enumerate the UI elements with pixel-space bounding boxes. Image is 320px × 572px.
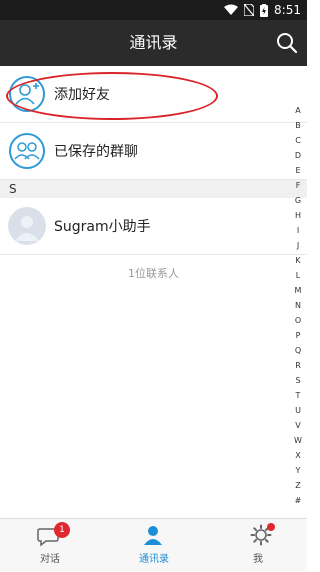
avatar <box>8 207 46 245</box>
index-letter[interactable]: E <box>295 163 300 178</box>
index-letter[interactable]: C <box>295 133 301 148</box>
wifi-icon <box>224 4 239 15</box>
index-letter[interactable]: Y <box>296 463 301 478</box>
index-letter[interactable]: K <box>295 253 300 268</box>
index-letter[interactable]: H <box>295 208 301 223</box>
tab-contacts[interactable]: 通讯录 <box>104 519 204 572</box>
contact-count: 1位联系人 <box>128 267 179 280</box>
alphabet-index[interactable]: A B C D E F G H I J K L M N O P Q R S T U V W X Y Z # <box>292 103 304 508</box>
index-letter[interactable]: W <box>294 433 302 448</box>
tab-me-label: 我 <box>253 554 263 565</box>
index-letter[interactable]: N <box>295 298 301 313</box>
group-chat-icon <box>9 133 45 169</box>
index-letter[interactable]: B <box>295 118 301 133</box>
index-letter[interactable]: # <box>295 493 302 508</box>
index-letter[interactable]: R <box>295 358 301 373</box>
index-letter[interactable]: A <box>295 103 300 118</box>
tab-me[interactable]: 我 <box>208 519 308 572</box>
contact-list: 添加好友 已保存的群聊 S Sugram小助手 1位联系人 <box>0 66 307 281</box>
contacts-icon <box>144 526 162 545</box>
tab-chat-label: 对话 <box>40 554 60 565</box>
index-letter[interactable]: Z <box>295 478 300 493</box>
search-icon[interactable] <box>275 31 299 55</box>
battery-charging-icon <box>260 3 269 17</box>
index-letter[interactable]: F <box>296 178 301 193</box>
unread-badge: 1 <box>54 522 70 538</box>
index-letter[interactable]: P <box>296 328 301 343</box>
index-letter[interactable]: J <box>297 238 299 253</box>
add-friend-icon <box>9 76 45 112</box>
index-letter[interactable]: O <box>295 313 301 328</box>
index-letter[interactable]: T <box>296 388 301 403</box>
no-sim-icon <box>244 4 255 16</box>
index-letter[interactable]: S <box>295 373 300 388</box>
notification-dot <box>267 523 275 531</box>
app-header: 通讯录 <box>0 20 307 66</box>
add-friend-row[interactable]: 添加好友 <box>0 66 307 123</box>
index-letter[interactable]: G <box>295 193 301 208</box>
page-title: 通讯录 <box>129 33 178 52</box>
index-letter[interactable]: D <box>295 148 301 163</box>
add-friend-label: 添加好友 <box>54 87 110 103</box>
index-letter[interactable]: L <box>296 268 300 283</box>
saved-groups-row[interactable]: 已保存的群聊 <box>0 123 307 180</box>
status-bar: 8:51 <box>0 0 307 20</box>
tab-contacts-label: 通讯录 <box>139 554 169 565</box>
bottom-nav: 1 对话 通讯录 我 <box>0 518 307 571</box>
index-letter[interactable]: M <box>295 283 302 298</box>
index-letter[interactable]: I <box>297 223 299 238</box>
status-time: 8:51 <box>274 3 301 17</box>
tab-chat[interactable]: 1 对话 <box>0 519 100 572</box>
contact-name: Sugram小助手 <box>54 219 151 235</box>
saved-groups-label: 已保存的群聊 <box>54 144 138 160</box>
index-letter[interactable]: X <box>295 448 300 463</box>
index-letter[interactable]: V <box>295 418 300 433</box>
section-header-s: S <box>0 180 307 198</box>
index-letter[interactable]: Q <box>295 343 301 358</box>
index-letter[interactable]: U <box>295 403 301 418</box>
contact-row[interactable]: Sugram小助手 <box>0 198 307 255</box>
